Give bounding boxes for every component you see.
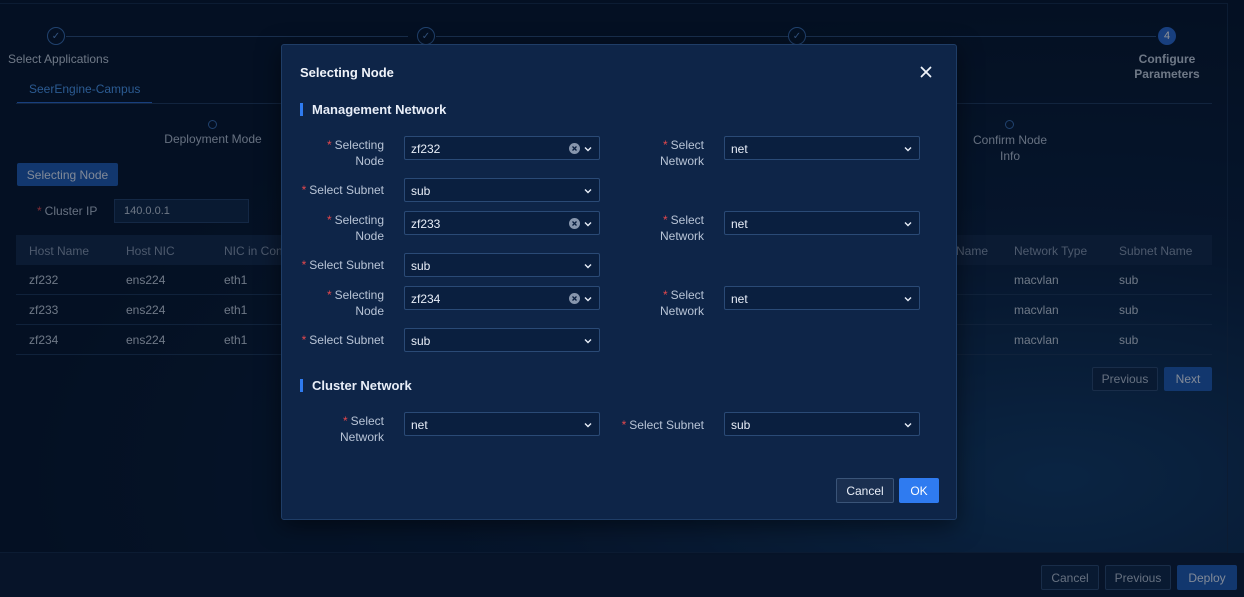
chevron-down-icon <box>584 339 592 344</box>
required-mark: * <box>342 414 348 428</box>
required-mark: * <box>301 333 307 347</box>
section-marker <box>300 103 303 116</box>
cluster-network-select[interactable]: net <box>404 412 600 436</box>
cluster-network-title: Cluster Network <box>312 378 412 393</box>
required-mark: * <box>301 258 307 272</box>
select-subnet-label-text: Select Subnet <box>309 258 384 272</box>
clear-icon[interactable] <box>569 218 580 229</box>
chevron-down-icon <box>904 423 912 428</box>
selecting-node-label-line1: Selecting <box>334 138 384 152</box>
select-network-label: * Select Network <box>624 137 704 169</box>
chevron-down-icon <box>904 222 912 227</box>
close-icon[interactable] <box>918 64 934 80</box>
cluster-network-value: net <box>411 418 428 432</box>
required-mark: * <box>326 213 332 227</box>
dialog-ok-button[interactable]: OK <box>899 478 939 503</box>
required-mark: * <box>326 138 332 152</box>
node-select-value: zf233 <box>411 217 441 231</box>
node-select[interactable]: zf234 <box>404 286 600 310</box>
select-network-label-line1: Select <box>670 138 704 152</box>
section-marker <box>300 379 303 392</box>
select-network-label-line2: Network <box>659 304 704 318</box>
selecting-node-label: * Selecting Node <box>304 212 384 244</box>
cluster-select-subnet-label: * Select Subnet <box>604 417 704 433</box>
select-network-label-line1: Select <box>670 213 704 227</box>
subnet-select[interactable]: sub <box>404 253 600 277</box>
network-select-value: net <box>731 292 748 306</box>
required-mark: * <box>621 418 627 432</box>
select-network-label-line2: Network <box>659 154 704 168</box>
network-select[interactable]: net <box>724 286 920 310</box>
select-network-label-line2: Network <box>659 229 704 243</box>
selecting-node-label: * Selecting Node <box>304 137 384 169</box>
network-select-value: net <box>731 217 748 231</box>
subnet-select-value: sub <box>411 259 431 273</box>
select-subnet-label-text: Select Subnet <box>309 333 384 347</box>
select-subnet-label-text: Select Subnet <box>309 183 384 197</box>
subnet-select[interactable]: sub <box>404 178 600 202</box>
cluster-network-label-line2: Network <box>339 430 384 444</box>
cluster-subnet-label-text: Select Subnet <box>629 418 704 432</box>
select-subnet-label: * Select Subnet <box>284 182 384 198</box>
chevron-down-icon <box>584 147 592 152</box>
required-mark: * <box>662 213 668 227</box>
select-network-label: * Select Network <box>624 287 704 319</box>
dialog-cancel-button[interactable]: Cancel <box>836 478 894 503</box>
dialog-title: Selecting Node <box>300 65 394 80</box>
selecting-node-label-line2: Node <box>355 229 384 243</box>
network-select[interactable]: net <box>724 211 920 235</box>
chevron-down-icon <box>584 189 592 194</box>
selecting-node-label: * Selecting Node <box>304 287 384 319</box>
selecting-node-label-line1: Selecting <box>334 288 384 302</box>
selecting-node-dialog: Selecting Node Management Network * Selec… <box>281 44 957 520</box>
select-network-label-line1: Select <box>670 288 704 302</box>
cluster-network-label-line1: Select <box>350 414 384 428</box>
chevron-down-icon <box>584 264 592 269</box>
clear-icon[interactable] <box>569 293 580 304</box>
required-mark: * <box>326 288 332 302</box>
cluster-select-network-label: * Select Network <box>304 413 384 445</box>
management-network-title: Management Network <box>312 102 447 117</box>
required-mark: * <box>662 288 668 302</box>
node-select-value: zf234 <box>411 292 441 306</box>
selecting-node-label-line2: Node <box>355 304 384 318</box>
chevron-down-icon <box>584 297 592 302</box>
chevron-down-icon <box>584 423 592 428</box>
select-subnet-label: * Select Subnet <box>284 257 384 273</box>
chevron-down-icon <box>904 147 912 152</box>
select-network-label: * Select Network <box>624 212 704 244</box>
clear-icon[interactable] <box>569 143 580 154</box>
chevron-down-icon <box>584 222 592 227</box>
network-select[interactable]: net <box>724 136 920 160</box>
network-select-value: net <box>731 142 748 156</box>
cluster-subnet-value: sub <box>731 418 751 432</box>
required-mark: * <box>662 138 668 152</box>
node-select[interactable]: zf233 <box>404 211 600 235</box>
node-select-value: zf232 <box>411 142 441 156</box>
node-select[interactable]: zf232 <box>404 136 600 160</box>
subnet-select-value: sub <box>411 334 431 348</box>
subnet-select-value: sub <box>411 184 431 198</box>
subnet-select[interactable]: sub <box>404 328 600 352</box>
cluster-subnet-select[interactable]: sub <box>724 412 920 436</box>
select-subnet-label: * Select Subnet <box>284 332 384 348</box>
required-mark: * <box>301 183 307 197</box>
selecting-node-label-line1: Selecting <box>334 213 384 227</box>
selecting-node-label-line2: Node <box>355 154 384 168</box>
chevron-down-icon <box>904 297 912 302</box>
